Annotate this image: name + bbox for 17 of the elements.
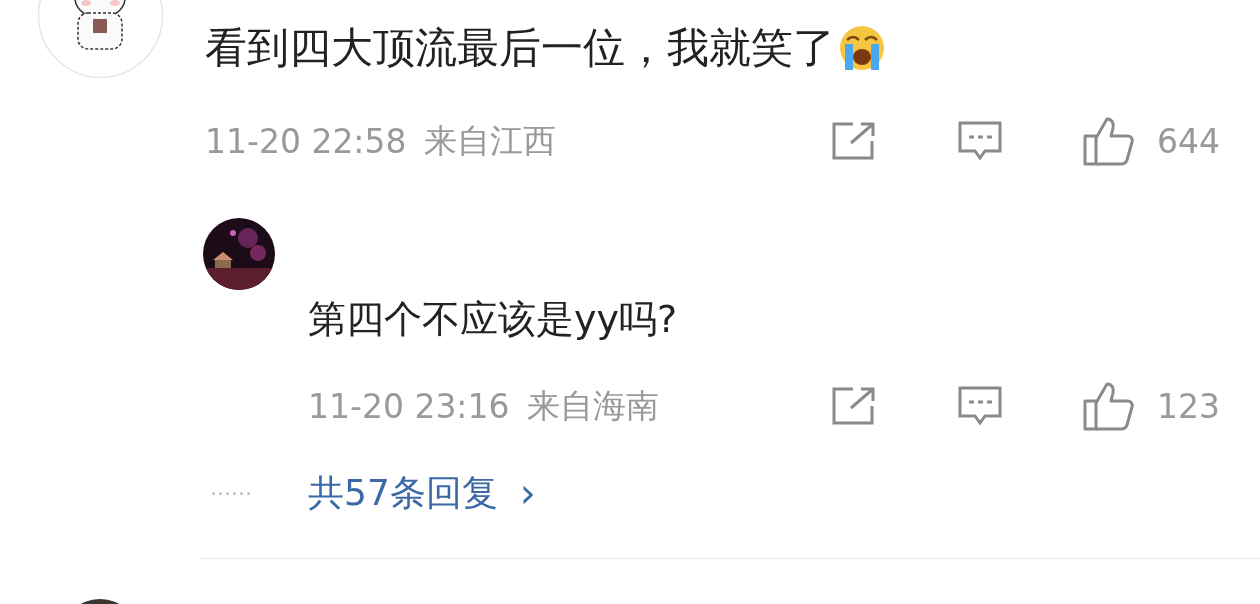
like-count: 123 bbox=[1157, 386, 1220, 426]
ellipsis: ······ bbox=[210, 480, 253, 506]
like-icon[interactable] bbox=[1083, 116, 1135, 166]
comment-time: 11-20 22:58 bbox=[205, 121, 407, 161]
comment-location: 来自海南 bbox=[527, 384, 660, 427]
reply-text: 第四个不应该是yy吗? bbox=[308, 297, 678, 341]
comment-icon[interactable] bbox=[957, 385, 1003, 427]
view-replies-link[interactable]: 共57条回复 › bbox=[308, 468, 536, 518]
like-count: 644 bbox=[1157, 121, 1220, 161]
comment-location: 来自江西 bbox=[424, 119, 557, 162]
crying-emoji-icon bbox=[837, 24, 887, 72]
share-icon[interactable] bbox=[831, 386, 877, 426]
comment-time: 11-20 23:16 bbox=[308, 386, 510, 426]
share-icon[interactable] bbox=[831, 121, 877, 161]
like-icon[interactable] bbox=[1083, 381, 1135, 431]
comment-text: 看到四大顶流最后一位，我就笑了 bbox=[205, 22, 835, 74]
comment-icon[interactable] bbox=[957, 120, 1003, 162]
